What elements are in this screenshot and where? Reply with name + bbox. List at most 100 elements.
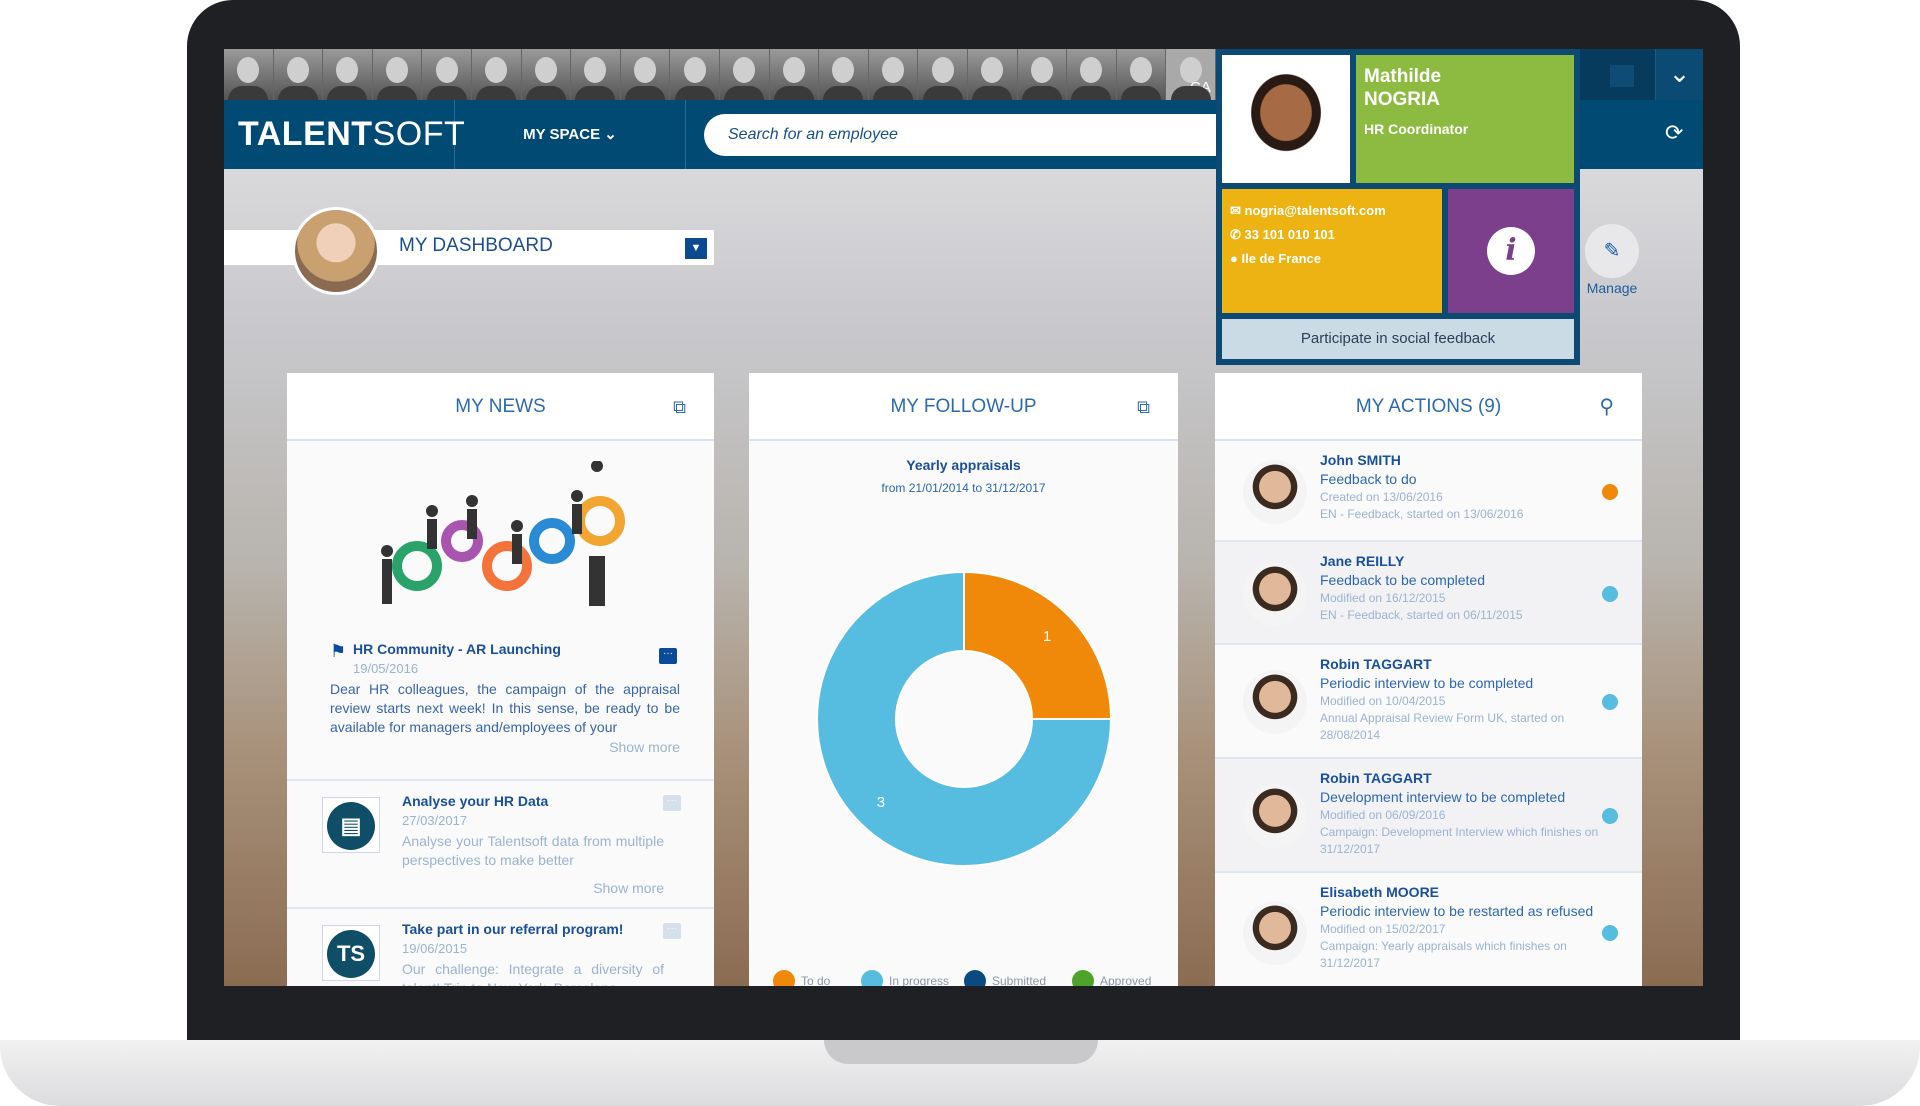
talentsoft-logo[interactable]: TALENTSOFT	[224, 100, 465, 169]
social-feedback-button[interactable]: Participate in social feedback	[1222, 319, 1574, 359]
more-options-icon[interactable]: ···	[663, 795, 681, 811]
employee-photo[interactable]	[918, 49, 968, 100]
panel-header: MY NEWS ⧉	[287, 373, 714, 441]
email[interactable]: nogria@talentsoft.com	[1245, 203, 1386, 218]
employee-photo[interactable]	[471, 49, 522, 100]
news-title[interactable]: Take part in our referral program!	[402, 921, 664, 937]
action-person[interactable]: John SMITH	[1320, 451, 1600, 470]
employee-photo-strip: CA	[224, 49, 1216, 100]
legend-swatch	[1072, 970, 1094, 986]
news-body: Our challenge: Integrate a diversity of …	[402, 961, 664, 986]
action-row[interactable]: Robin TAGGART Development interview to b…	[1215, 759, 1642, 873]
search-icon[interactable]: ⚲	[1599, 373, 1614, 441]
action-person[interactable]: Robin TAGGART	[1320, 655, 1600, 674]
app-screen: CA ⌄ TALENTSOFT MY SPACE ⌄ ⟳ MY DASHBOAR…	[224, 49, 1703, 986]
employee-photo[interactable]	[769, 49, 820, 100]
news-title[interactable]: HR Community - AR Launching	[330, 641, 680, 657]
panel-title: MY NEWS	[455, 396, 546, 417]
chevron-down-icon: ⌄	[604, 126, 617, 143]
location: Ile de France	[1241, 251, 1321, 266]
employee-photo[interactable]: CA	[1166, 49, 1216, 100]
action-task[interactable]: Feedback to be completed	[1320, 571, 1600, 590]
first-name: Mathilde	[1364, 66, 1442, 87]
news-item[interactable]: TS Take part in our referral program! 19…	[287, 909, 714, 986]
status-dot	[1602, 483, 1618, 500]
legend-swatch	[861, 970, 883, 986]
employee-initials: CA	[1190, 79, 1211, 96]
action-person[interactable]: Jane REILLY	[1320, 552, 1600, 571]
role: HR Coordinator	[1364, 121, 1469, 137]
status-dot	[1602, 925, 1618, 941]
action-row[interactable]: Elisabeth MOORE Periodic interview to be…	[1215, 873, 1642, 986]
legend-item[interactable]: Submitted	[964, 970, 1046, 986]
last-name: NOGRIA	[1364, 89, 1440, 110]
action-date: Modified on 06/09/2016	[1320, 808, 1446, 822]
action-task[interactable]: Periodic interview to be completed	[1320, 674, 1600, 693]
mini-dropdown-button[interactable]	[1610, 65, 1634, 87]
action-date: Modified on 10/04/2015	[1320, 694, 1446, 708]
action-row[interactable]: John SMITH Feedback to do Created on 13/…	[1215, 441, 1642, 542]
news-title[interactable]: Analyse your HR Data	[402, 793, 664, 809]
news-item[interactable]: ⚑ HR Community - AR Launching 19/05/2016…	[287, 441, 714, 781]
employee-photo[interactable]	[967, 49, 1018, 100]
employee-photo[interactable]	[1067, 49, 1117, 100]
action-text: John SMITH Feedback to do Created on 13/…	[1320, 451, 1600, 523]
news-content: ⚑ HR Community - AR Launching 19/05/2016…	[330, 641, 680, 755]
employee-photo[interactable]	[422, 49, 472, 100]
employee-photo[interactable]	[224, 49, 274, 100]
employee-photo[interactable]	[868, 49, 919, 100]
show-more-link[interactable]: Show more	[330, 739, 680, 755]
teamwork-gears-illustration	[381, 461, 625, 606]
employee-photo[interactable]	[620, 49, 671, 100]
employee-photo[interactable]	[521, 49, 572, 100]
avatar[interactable]	[292, 207, 380, 295]
my-follow-up-panel: MY FOLLOW-UP ⧉ Yearly appraisals from 21/…	[749, 373, 1178, 986]
show-more-link[interactable]: Show more	[402, 880, 664, 896]
more-options-icon[interactable]: ···	[659, 648, 677, 664]
employee-photo[interactable]	[571, 49, 621, 100]
action-row[interactable]: Jane REILLY Feedback to be completed Mod…	[1215, 542, 1642, 645]
action-date: Modified on 16/12/2015	[1320, 591, 1446, 605]
chevron-down-icon[interactable]: ⌄	[1655, 49, 1703, 100]
expand-icon[interactable]: ⧉	[673, 373, 686, 441]
profile-info-tile[interactable]: i	[1448, 189, 1574, 313]
manage-button[interactable]: ✎	[1585, 224, 1639, 278]
action-task[interactable]: Development interview to be completed	[1320, 788, 1600, 807]
ts-logo: TS	[327, 930, 375, 978]
laptop-notch	[824, 1040, 1098, 1064]
employee-photo[interactable]	[819, 49, 869, 100]
panel-header: MY ACTIONS (9) ⚲	[1215, 373, 1642, 441]
dashboard-dropdown-button[interactable]: ▼	[685, 238, 707, 259]
news-date: 19/05/2016	[353, 661, 419, 676]
phone-icon: ✆	[1230, 227, 1241, 242]
news-item[interactable]: ▤ Analyse your HR Data 27/03/2017 Analys…	[287, 781, 714, 909]
action-person[interactable]: Elisabeth MOORE	[1320, 883, 1600, 902]
employee-photo[interactable]	[1116, 49, 1167, 100]
action-person[interactable]: Robin TAGGART	[1320, 769, 1600, 788]
legend-item[interactable]: In progress	[861, 970, 949, 986]
action-task[interactable]: Feedback to do	[1320, 470, 1600, 489]
employee-photo[interactable]	[372, 49, 423, 100]
employee-search-input[interactable]	[704, 114, 1224, 156]
legend-item[interactable]: Approved	[1072, 970, 1151, 986]
more-options-icon[interactable]: ···	[663, 923, 681, 939]
employee-photo[interactable]	[670, 49, 720, 100]
avatar	[1243, 784, 1307, 848]
action-task[interactable]: Periodic interview to be restarted as re…	[1320, 902, 1600, 921]
news-body: Analyse your Talentsoft data from multip…	[402, 833, 664, 868]
legend-item[interactable]: To do	[773, 970, 830, 986]
employee-photo[interactable]	[273, 49, 324, 100]
donut-slice-to-do[interactable]	[963, 570, 1113, 720]
employee-photo[interactable]	[1017, 49, 1068, 100]
action-row[interactable]: Robin TAGGART Periodic interview to be c…	[1215, 645, 1642, 759]
news-date: 27/03/2017	[402, 813, 468, 828]
my-space-menu[interactable]: MY SPACE ⌄	[455, 100, 686, 169]
status-dot	[1602, 585, 1618, 602]
employee-photo[interactable]	[719, 49, 770, 100]
profile-name-tile: Mathilde NOGRIA HR Coordinator	[1356, 55, 1574, 183]
news-content: Take part in our referral program! 19/06…	[402, 921, 664, 986]
avatar	[1243, 901, 1307, 965]
logout-icon[interactable]: ⟳	[1665, 120, 1683, 146]
my-actions-panel: MY ACTIONS (9) ⚲ John SMITH Feedback to d…	[1215, 373, 1642, 986]
employee-photo[interactable]	[323, 49, 373, 100]
